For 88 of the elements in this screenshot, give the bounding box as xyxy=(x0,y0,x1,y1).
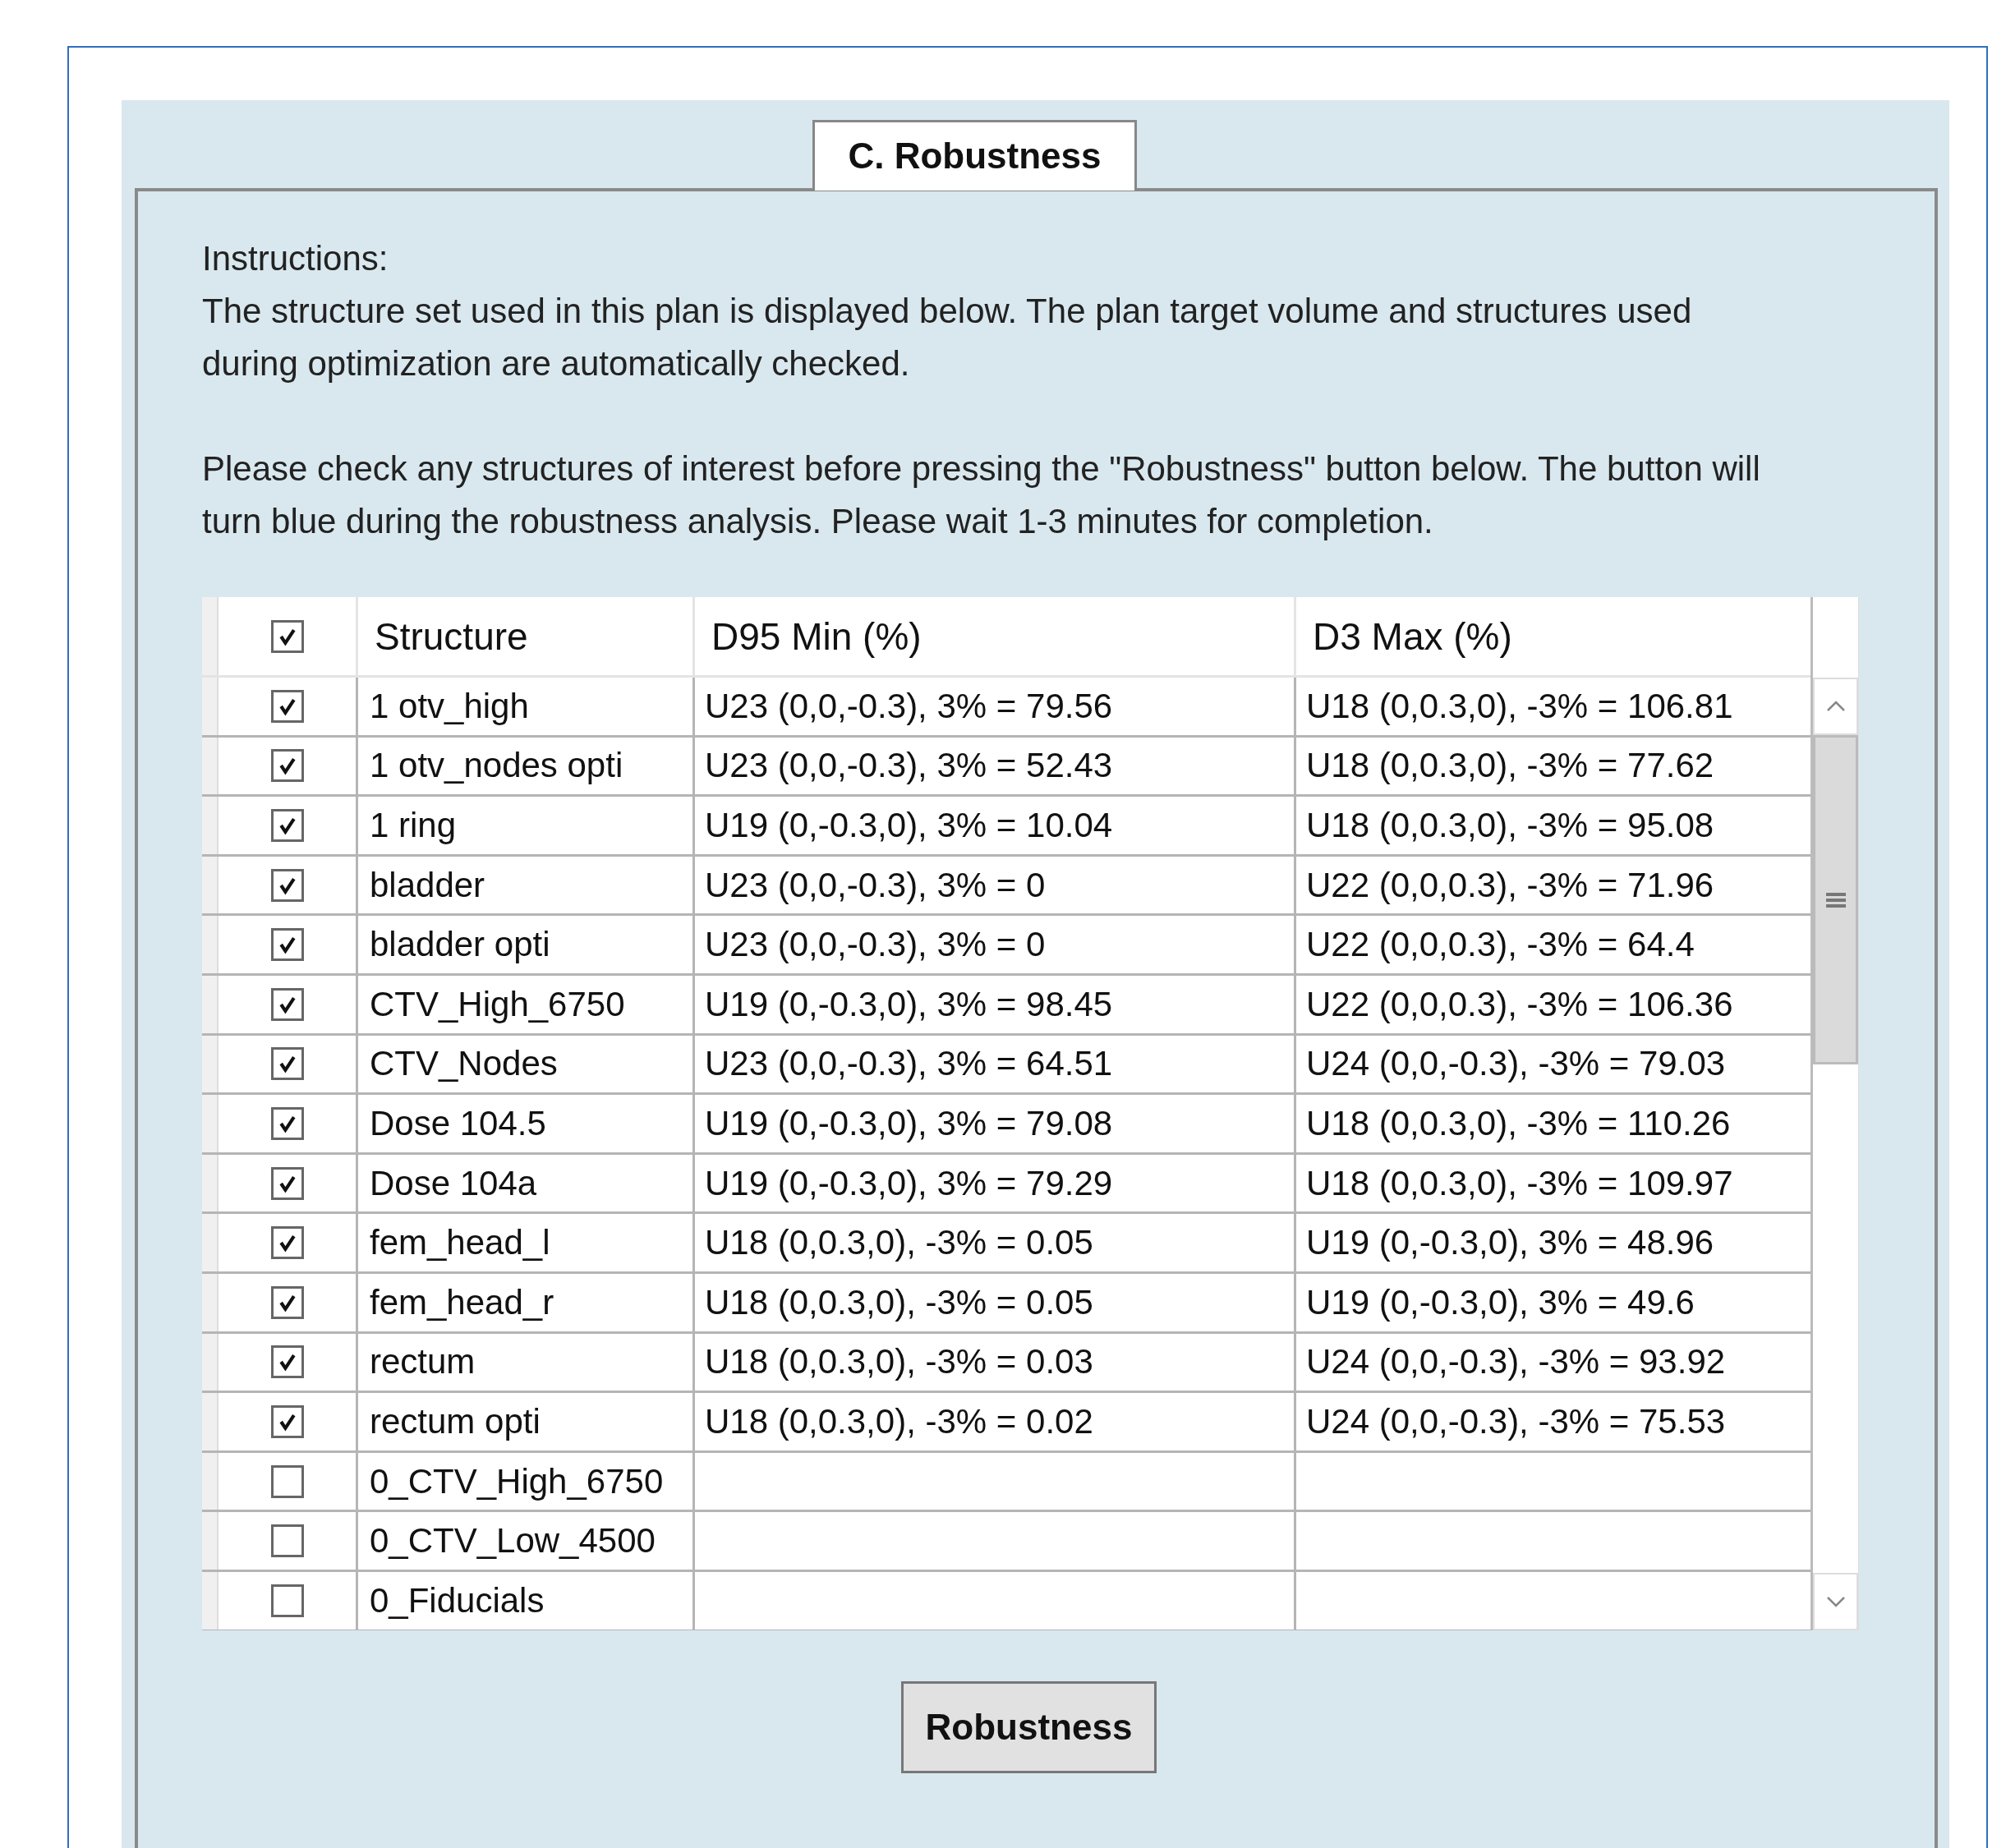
checkbox[interactable] xyxy=(270,987,304,1021)
instructions-text: Please check any structures of interest before pressing the "Robustness" button below. The button will turn blue during the robustness analysis. Please wait 1-3 minutes for completion. xyxy=(202,448,1761,542)
table-cell: Dose 104.5 xyxy=(358,1095,695,1152)
instructions-heading: Instructions: xyxy=(202,238,389,279)
row-header[interactable] xyxy=(202,678,219,735)
checkbox[interactable] xyxy=(270,1584,304,1617)
table-cell-text: U18 (0,0.3,0), -3% = 109.97 xyxy=(1305,1162,1734,1204)
checkbox[interactable] xyxy=(270,1345,304,1379)
table-cell-text: U24 (0,0,-0.3), -3% = 93.92 xyxy=(1305,1341,1727,1383)
table-cell-text: U24 (0,0,-0.3), -3% = 75.53 xyxy=(1305,1400,1727,1442)
row-header[interactable] xyxy=(202,1273,219,1331)
table-cell: fem_head_r xyxy=(358,1273,695,1331)
row-header[interactable] xyxy=(202,797,219,854)
checkbox[interactable] xyxy=(270,1106,304,1140)
row-header[interactable] xyxy=(202,1035,219,1093)
checkbox[interactable] xyxy=(270,1524,304,1558)
column-header: D3 Max (%) xyxy=(1312,614,1513,660)
table-cell: rectum xyxy=(358,1333,695,1391)
table-cell: U18 (0,0.3,0), -3% = 0.02 xyxy=(695,1393,1296,1450)
row-header[interactable] xyxy=(202,1154,219,1212)
row-header[interactable] xyxy=(202,1512,219,1570)
row-header[interactable] xyxy=(202,1333,219,1391)
table-cell-text: U19 (0,-0.3,0), 3% = 49.6 xyxy=(1305,1281,1695,1323)
column-header: D95 Min (%) xyxy=(695,597,1296,675)
table-cell-text: U18 (0,0.3,0), -3% = 77.62 xyxy=(1305,745,1715,787)
table-cell: U23 (0,0,-0.3), 3% = 52.43 xyxy=(695,737,1296,795)
table-cell: bladder opti xyxy=(358,916,695,973)
table-cell: U23 (0,0,-0.3), 3% = 64.51 xyxy=(695,1035,1296,1093)
table-cell: 1 otv_nodes opti xyxy=(358,737,695,795)
table-cell: U19 (0,-0.3,0), 3% = 10.04 xyxy=(695,797,1296,854)
table-cell: U18 (0,0.3,0), -3% = 0.05 xyxy=(695,1273,1296,1331)
table-cell: U19 (0,-0.3,0), 3% = 79.08 xyxy=(695,1095,1296,1152)
instructions-text: The structure set used in this plan is displayed below. The plan target volume and structures used during optimization are automatically checked. xyxy=(202,291,1693,384)
checkbox[interactable] xyxy=(270,1285,304,1319)
table-cell: fem_head_l xyxy=(358,1214,695,1271)
table-cell: 0_CTV_Low_4500 xyxy=(358,1512,695,1570)
table-cell: U18 (0,0.3,0), -3% = 0.05 xyxy=(695,1214,1296,1271)
row-header[interactable] xyxy=(202,1452,219,1510)
table-cell: U19 (0,-0.3,0), 3% = 79.29 xyxy=(695,1154,1296,1212)
table-cell: U23 (0,0,-0.3), 3% = 79.56 xyxy=(695,678,1296,735)
table-cell: U19 (0,-0.3,0), 3% = 98.45 xyxy=(695,975,1296,1033)
row-header[interactable] xyxy=(202,1214,219,1271)
checkbox[interactable] xyxy=(270,619,304,653)
row-header[interactable] xyxy=(202,856,219,914)
checkbox[interactable] xyxy=(270,749,304,783)
checkbox[interactable] xyxy=(270,1047,304,1081)
column-header: Structure xyxy=(358,597,695,675)
table-cell: 0_Fiducials xyxy=(358,1571,695,1630)
row-header[interactable] xyxy=(202,1571,219,1630)
checkbox[interactable] xyxy=(270,868,304,902)
table-cell: CTV_High_6750 xyxy=(358,975,695,1033)
grip-icon xyxy=(1825,891,1846,908)
scroll-down-icon[interactable] xyxy=(1813,1573,1858,1630)
table-cell-text: U22 (0,0,0.3), -3% = 106.36 xyxy=(1305,983,1734,1025)
tab[interactable]: C. Robustness xyxy=(812,120,1137,191)
checkbox[interactable] xyxy=(270,809,304,842)
row-header[interactable] xyxy=(202,1393,219,1450)
scroll-thumb[interactable] xyxy=(1813,735,1858,1064)
table-cell: U18 (0,0.3,0), -3% = 0.03 xyxy=(695,1333,1296,1391)
checkbox[interactable] xyxy=(270,1226,304,1260)
table-cell-text: U18 (0,0.3,0), -3% = 110.26 xyxy=(1305,1102,1732,1144)
table-cell: U23 (0,0,-0.3), 3% = 0 xyxy=(695,856,1296,914)
row-header[interactable] xyxy=(202,1095,219,1152)
scrollbar[interactable] xyxy=(1810,597,1858,1630)
table-cell: CTV_Nodes xyxy=(358,1035,695,1093)
row-header[interactable] xyxy=(202,737,219,795)
table-cell: U23 (0,0,-0.3), 3% = 0 xyxy=(695,916,1296,973)
table-cell: rectum opti xyxy=(358,1393,695,1450)
row-header[interactable] xyxy=(202,916,219,973)
table-cell: 1 ring xyxy=(358,797,695,854)
table-cell-text: U24 (0,0,-0.3), -3% = 79.03 xyxy=(1305,1043,1727,1085)
checkbox[interactable] xyxy=(270,928,304,962)
robustness-button[interactable]: Robustness xyxy=(901,1681,1157,1773)
table-cell: 0_CTV_High_6750 xyxy=(358,1452,695,1510)
table-cell: 1 otv_high xyxy=(358,678,695,735)
table-cell-text: U18 (0,0.3,0), -3% = 106.81 xyxy=(1305,685,1734,727)
table-cell-text: U22 (0,0,0.3), -3% = 64.4 xyxy=(1305,924,1695,966)
table-cell-text: U22 (0,0,0.3), -3% = 71.96 xyxy=(1305,864,1715,906)
table-cell: bladder xyxy=(358,856,695,914)
scroll-up-icon[interactable] xyxy=(1813,678,1858,735)
checkbox[interactable] xyxy=(270,1404,304,1438)
checkbox[interactable] xyxy=(270,1464,304,1498)
checkbox[interactable] xyxy=(270,1166,304,1200)
row-header[interactable] xyxy=(202,975,219,1033)
table-cell-text: U19 (0,-0.3,0), 3% = 48.96 xyxy=(1305,1222,1715,1264)
table-cell-text: U18 (0,0.3,0), -3% = 95.08 xyxy=(1305,805,1715,846)
checkbox[interactable] xyxy=(270,689,304,723)
table-cell: Dose 104a xyxy=(358,1154,695,1212)
